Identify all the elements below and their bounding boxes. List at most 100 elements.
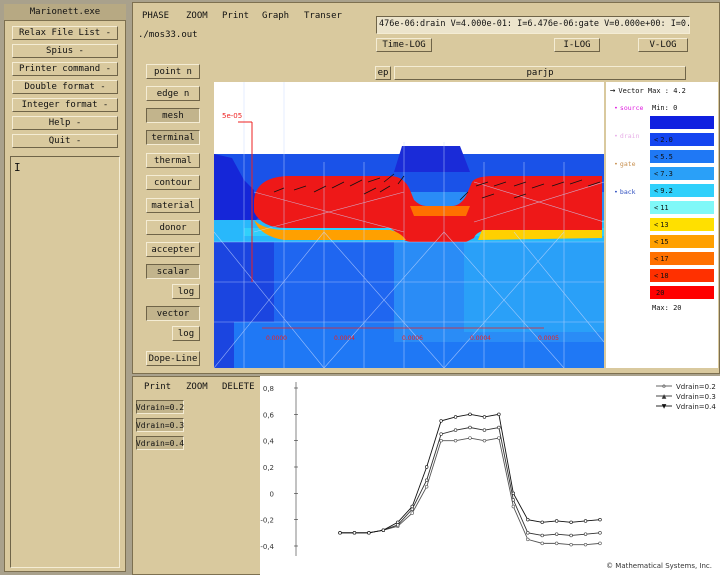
param-field[interactable]: parjp — [394, 66, 686, 80]
marionett-window: Marionett.exe Relax File List - Spius - Pr… — [4, 4, 126, 572]
data-point — [352, 531, 357, 535]
terminal-label: gate — [619, 160, 636, 168]
bottom-menu-item-1[interactable]: ZOOM — [186, 382, 208, 392]
time-log-button[interactable]: Time-LOG — [376, 38, 432, 52]
accepter-button[interactable]: accepter — [146, 242, 200, 257]
x-tick-label: 0.0006 — [402, 335, 423, 342]
contour-button[interactable]: contour — [146, 175, 200, 190]
edge-button[interactable]: edge n — [146, 86, 200, 101]
menu-button-6[interactable]: Quit - — [12, 134, 118, 148]
data-point — [468, 412, 472, 417]
point-button[interactable]: point n — [146, 64, 200, 79]
device-plot[interactable]: 5e-05 0.0000 0.0004 0.0006 0.0004 0.0005 — [214, 82, 604, 368]
thermal-button[interactable]: thermal — [146, 153, 200, 168]
terminal-item: • drain — [614, 132, 640, 140]
color-bin: <11 — [650, 201, 714, 214]
data-point — [540, 520, 544, 525]
menu-button-2[interactable]: Printer command - — [12, 62, 118, 76]
vector-max-label: → Vector Max : 4.2 — [610, 86, 686, 96]
color-bin: <13 — [650, 218, 714, 231]
scalar-button[interactable]: scalar — [146, 264, 200, 279]
dopeline-button[interactable]: Dope-Line — [146, 351, 200, 366]
bin-prefix: < — [654, 152, 659, 161]
data-point — [583, 519, 588, 523]
text-cursor: I — [14, 161, 21, 174]
mesh-button[interactable]: mesh — [146, 108, 200, 123]
bottom-menu-item-2[interactable]: DELETE — [222, 382, 255, 392]
bin-prefix: < — [654, 271, 659, 280]
data-point — [583, 542, 588, 547]
log1-button[interactable]: log — [172, 284, 200, 299]
menu-button-0[interactable]: Relax File List - — [12, 26, 118, 40]
data-point — [453, 415, 458, 419]
window-titlebar[interactable]: Marionett.exe — [4, 4, 126, 21]
bin-label: 5.5 — [660, 152, 673, 161]
data-point — [482, 415, 487, 419]
terminal-button[interactable]: terminal — [146, 130, 200, 145]
terminal-label: drain — [619, 132, 640, 140]
series-button-2[interactable]: Vdrain=0.4 — [136, 436, 184, 450]
data-point — [540, 533, 544, 538]
data-point — [410, 504, 414, 509]
top-menu-item-0[interactable]: PHASE — [142, 11, 169, 21]
top-menu-item-2[interactable]: Print — [222, 11, 249, 21]
top-menu-item-4[interactable]: Transer — [304, 11, 342, 21]
data-point — [569, 533, 573, 538]
scale-label: 5e-05 — [222, 112, 242, 120]
menu-button-5[interactable]: Help - — [12, 116, 118, 130]
text-area[interactable]: I — [10, 156, 120, 568]
bin-prefix: < — [654, 203, 659, 212]
menu-button-3[interactable]: Double format - — [12, 80, 118, 94]
donor-button[interactable]: donor — [146, 220, 200, 235]
top-menu-item-1[interactable]: ZOOM — [186, 11, 208, 21]
legend-marker-icon: ▲ — [662, 393, 667, 400]
status-text: 476e-06:drain V=4.000e-01: I=6.476e-06:g… — [379, 19, 689, 29]
iv-chart[interactable]: 0,8 0,6 0,4 0,2 0 -0,2 -0,4 o Vdrain=0.2 ▲ Vdrain… — [260, 376, 720, 575]
data-point — [554, 541, 559, 546]
log2-button[interactable]: log — [172, 326, 200, 341]
data-point — [497, 412, 501, 417]
y-tick-label: 0,6 — [263, 411, 275, 419]
data-point — [526, 537, 530, 542]
data-point — [511, 491, 516, 496]
top-menu-item-3[interactable]: Graph — [262, 11, 289, 21]
data-point — [526, 531, 530, 535]
series-panel — [182, 398, 256, 572]
window-title: Marionett.exe — [29, 7, 101, 17]
i-log-button[interactable]: I-LOG — [554, 38, 600, 52]
ep-button[interactable]: ep — [375, 66, 391, 80]
status-field[interactable]: 476e-06:drain V=4.000e-01: I=6.476e-06:g… — [376, 16, 690, 34]
bin-label: 2.0 — [660, 135, 673, 144]
series-button-0[interactable]: Vdrain=0.2 — [136, 400, 184, 414]
simulator-window: PHASE ZOOM Print Graph Transer ./mos33.out 4… — [132, 2, 720, 374]
data-point — [511, 498, 516, 502]
series-button-1[interactable]: Vdrain=0.3 — [136, 418, 184, 432]
v-log-button[interactable]: V-LOG — [638, 38, 688, 52]
data-point — [598, 531, 602, 535]
terminal-dot-icon: • — [614, 188, 618, 196]
data-point — [540, 541, 544, 546]
color-bin: <7.3 — [650, 167, 714, 180]
vector-max-text: Vector Max : 4.2 — [618, 87, 686, 95]
bin-label: 15 — [660, 237, 669, 246]
copyright-text: © Mathematical Systems, Inc. — [606, 562, 712, 570]
graph-window: Print ZOOM DELETE Vdrain=0.2 Vdrain=0.3 Vdra… — [132, 376, 720, 575]
data-point — [497, 425, 501, 430]
x-tick-label: 0.0004 — [470, 335, 491, 342]
data-point — [569, 542, 573, 547]
data-point — [396, 520, 400, 525]
material-button[interactable]: material — [146, 198, 200, 213]
menu-button-1[interactable]: Spius - — [12, 44, 118, 58]
terminal-dot-icon: • — [614, 104, 618, 112]
y-tick-label: 0 — [270, 490, 274, 498]
terminal-item: • back — [614, 188, 636, 196]
bin-prefix: < — [654, 135, 659, 144]
vector-button[interactable]: vector — [146, 306, 200, 321]
y-tick-label: 0,2 — [263, 464, 274, 472]
color-bin: 20 — [650, 286, 714, 299]
bottom-menubar: Print ZOOM DELETE — [136, 378, 256, 396]
legend-label: Vdrain=0.4 — [676, 403, 716, 411]
menu-button-4[interactable]: Integer format - — [12, 98, 118, 112]
bottom-menu-item-0[interactable]: Print — [144, 382, 171, 392]
data-point — [424, 465, 429, 469]
